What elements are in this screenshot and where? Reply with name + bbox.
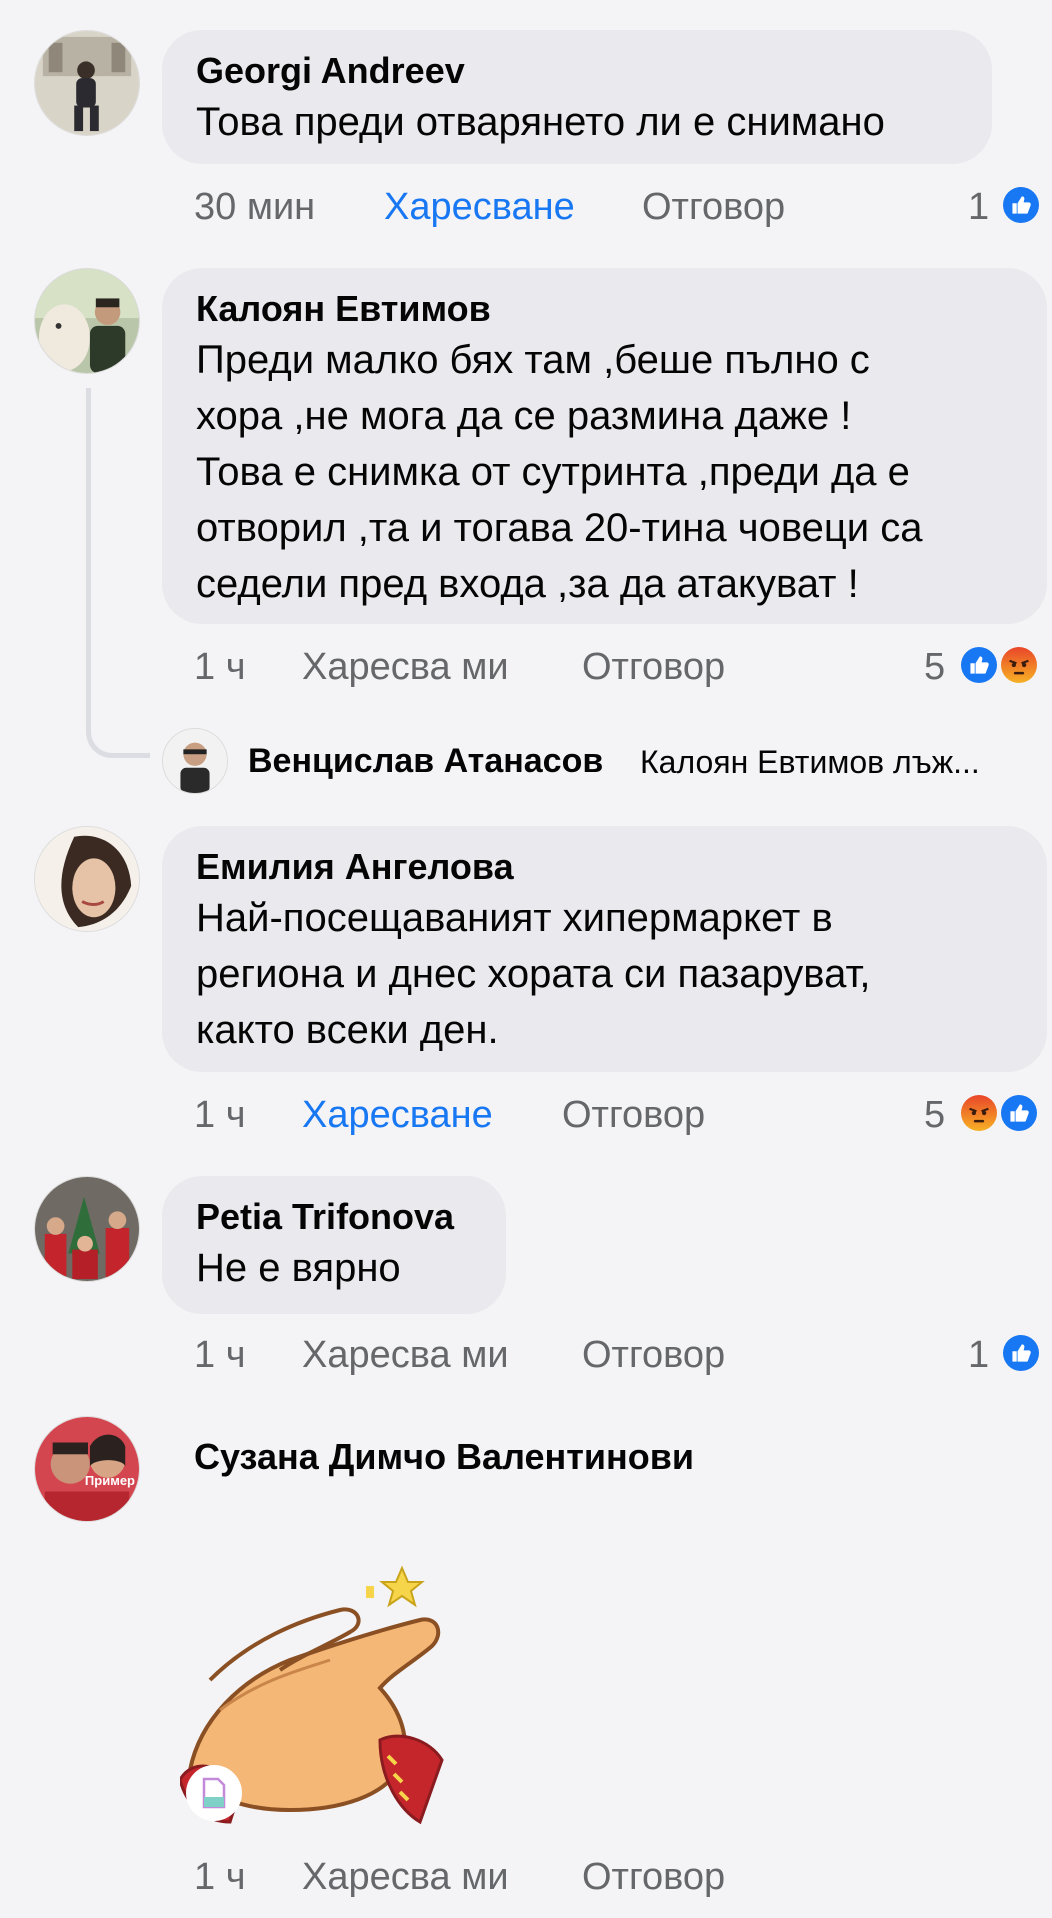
reply-button[interactable]: Отговор [582, 646, 725, 689]
reply-button[interactable]: Отговор [582, 1334, 725, 1377]
reply-preview[interactable]: Венцислав Атанасов Калоян Евтимов лъж... [162, 728, 1042, 794]
comment-bubble: Georgi Andreev Това преди отварянето ли … [162, 30, 992, 164]
reaction-count[interactable]: 1 [968, 1334, 989, 1377]
comment-time[interactable]: 1 ч [194, 1094, 246, 1137]
like-button[interactable]: Харесване [384, 186, 575, 229]
avatar[interactable]: Пример [34, 1416, 140, 1522]
comment-bubble: Калоян Евтимов Преди малко бях там ,беше… [162, 268, 1047, 624]
like-button[interactable]: Харесване [302, 1094, 493, 1137]
comment-bubble: Емилия Ангелова Най-посещаваният хиперма… [162, 826, 1047, 1072]
reaction-count[interactable]: 5 [924, 646, 945, 689]
comment-actions: 1 ч Харесва ми Отговор [194, 1856, 754, 1906]
comment-actions: 1 ч Харесване Отговор [194, 1094, 754, 1144]
comment-author[interactable]: Калоян Евтимов [196, 286, 1013, 332]
angry-icon [958, 1092, 1000, 1134]
comment-text-line: Преди малко бях там ,беше пълно с [196, 338, 870, 382]
like-icon [958, 644, 1000, 686]
comment-text-line: хора ,не мога да се размина даже ! [196, 394, 852, 438]
reply-button[interactable]: Отговор [642, 186, 785, 229]
like-button[interactable]: Харесва ми [302, 1334, 509, 1377]
comment-text: Това преди отварянето ли е снимано [196, 100, 885, 144]
comment-actions: 1 ч Харесва ми Отговор [194, 646, 754, 696]
comment-text-line: Това е снимка от сутринта ,преди да е [196, 450, 910, 494]
reply-button[interactable]: Отговор [562, 1094, 705, 1137]
reply-author[interactable]: Венцислав Атанасов [248, 742, 603, 781]
reply-button[interactable]: Отговор [582, 1856, 725, 1899]
avatar[interactable] [34, 826, 140, 932]
comments-section: Georgi Andreev Това преди отварянето ли … [0, 0, 1052, 1918]
comment-time[interactable]: 30 мин [194, 186, 315, 229]
reaction-count[interactable]: 5 [924, 1094, 945, 1137]
comment-time[interactable]: 1 ч [194, 646, 246, 689]
reaction-count[interactable]: 1 [968, 186, 989, 229]
like-icon [998, 1092, 1040, 1134]
comment-actions: 1 ч Харесва ми Отговор [194, 1334, 754, 1384]
reply-preview-text[interactable]: Калоян Евтимов лъж... [640, 744, 980, 781]
comment-time[interactable]: 1 ч [194, 1334, 246, 1377]
comment-author[interactable]: Petia Trifonova [196, 1194, 472, 1240]
reply-thread-line [86, 388, 150, 758]
file-icon [186, 1765, 242, 1821]
like-button[interactable]: Харесва ми [302, 646, 509, 689]
angry-icon [998, 644, 1040, 686]
comment-text-line: седели пред входа ,за да атакуват ! [196, 562, 859, 606]
comment-text-line: Най-посещаваният хипермаркет в [196, 896, 833, 940]
comment-bubble: Petia Trifonova Не е вярно [162, 1176, 506, 1314]
like-button[interactable]: Харесва ми [302, 1856, 509, 1899]
avatar[interactable] [34, 30, 140, 136]
comment-actions: 30 мин Харесване Отговор [194, 186, 834, 236]
comment-author[interactable]: Georgi Andreev [196, 48, 958, 94]
comment-text: Не е вярно [196, 1246, 401, 1290]
avatar[interactable] [34, 1176, 140, 1282]
comment-author[interactable]: Емилия Ангелова [196, 844, 1013, 890]
like-icon [1000, 184, 1042, 226]
comment-text-line: региона и днес хората си пазаруват, [196, 952, 871, 996]
comment-author[interactable]: Сузана Димчо Валентинови [194, 1436, 694, 1478]
comment-time[interactable]: 1 ч [194, 1856, 246, 1899]
avatar[interactable] [162, 728, 228, 794]
avatar-overlay-text: Пример [84, 1473, 135, 1488]
comment-text-line: отворил ,та и тогава 20-тина човеци са [196, 506, 923, 550]
comment-text-line: както всеки ден. [196, 1008, 499, 1052]
like-icon [1000, 1332, 1042, 1374]
avatar[interactable] [34, 268, 140, 374]
